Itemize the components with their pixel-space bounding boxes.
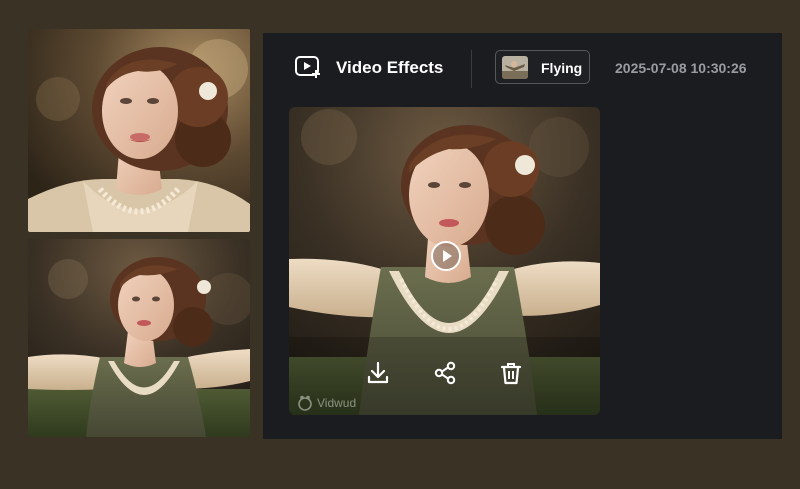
flying-pose-thumbnail[interactable] [28,239,250,437]
timestamp: 2025-07-08 10:30:26 [615,60,747,76]
portrait-thumbnail[interactable] [28,29,250,232]
flying-pose-image [28,239,250,437]
delete-button[interactable] [498,360,524,386]
effect-tag-flying[interactable]: Flying [495,50,590,84]
portrait-image [28,29,250,232]
panel-header: Video Effects Flying 2025-07-08 10:30:26 [263,33,782,103]
video-effects-icon [294,55,322,79]
page-title: Video Effects [336,58,444,77]
watermark: Vidwud [297,393,377,413]
video-preview[interactable]: Vidwud [289,107,600,415]
share-icon [434,361,456,385]
vidwud-logo-icon [298,395,312,411]
play-icon [431,241,461,271]
header-divider [471,50,472,88]
effect-thumbnail [502,56,528,79]
share-button[interactable] [432,360,458,386]
download-button[interactable] [365,360,391,386]
result-panel: Video Effects Flying 2025-07-08 10:30:26 [263,33,782,439]
download-icon [367,361,389,384]
trash-icon [500,363,522,385]
effect-tag-label: Flying [541,60,583,76]
play-button[interactable] [430,240,462,272]
watermark-text: Vidwud [317,396,357,410]
